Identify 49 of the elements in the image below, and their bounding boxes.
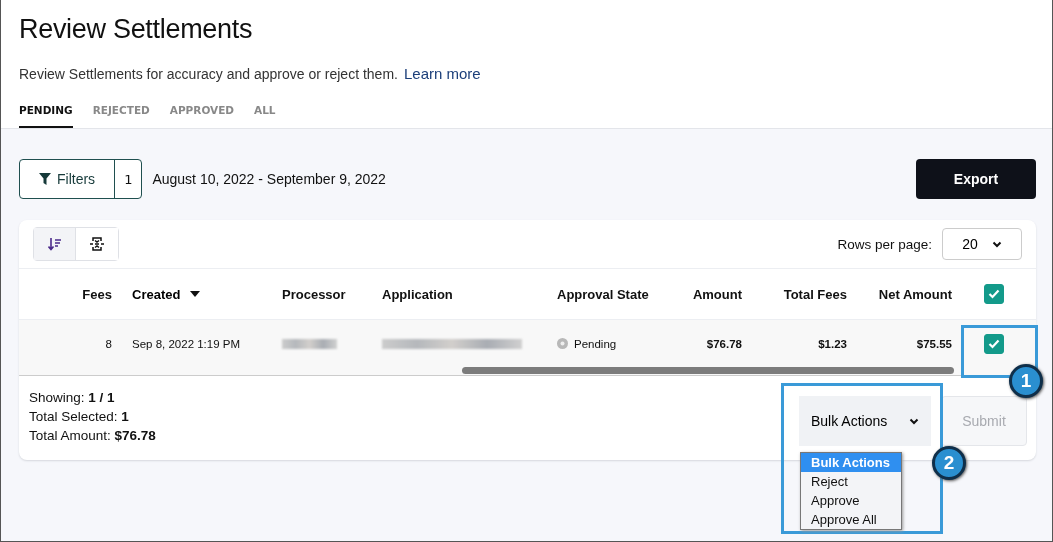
menu-option[interactable]: Approve All xyxy=(801,510,901,529)
sort-icon xyxy=(47,237,62,251)
fees-cell: 8 xyxy=(105,337,112,350)
horizontal-scrollbar[interactable] xyxy=(462,367,954,374)
checkmark-icon xyxy=(988,338,1000,349)
rows-per-page-label: Rows per page: xyxy=(837,236,932,252)
filters-button[interactable]: Filters xyxy=(20,160,116,198)
page-description: Review Settlements for accuracy and approve or reject them. xyxy=(19,66,398,82)
column-header[interactable]: Net Amount xyxy=(878,286,952,302)
page-title: Review Settlements xyxy=(19,14,254,45)
approval-state: Pending xyxy=(574,337,617,350)
menu-option[interactable]: Reject xyxy=(801,472,901,491)
column-header[interactable]: Approval State xyxy=(557,286,649,302)
menu-option[interactable]: Approve xyxy=(801,491,901,510)
rows-per-page-select[interactable]: 20 xyxy=(942,228,1022,260)
summary-line: Total Selected: 1 xyxy=(29,409,130,424)
row-checkbox[interactable] xyxy=(984,333,1004,354)
status-tab[interactable]: PENDING xyxy=(19,104,73,128)
filter-count: 1 xyxy=(123,170,134,189)
total-fees-cell: $1.23 xyxy=(818,337,847,350)
select-all-checkbox[interactable] xyxy=(984,284,1004,304)
created-cell: Sep 8, 2022 1:19 PM xyxy=(132,337,241,350)
status-tab[interactable]: ALL xyxy=(254,104,276,128)
date-range: August 10, 2022 - September 9, 2022 xyxy=(152,171,386,187)
bulk-actions-select[interactable]: Bulk Actions xyxy=(799,396,931,446)
status-tab[interactable]: APPROVED xyxy=(169,104,235,128)
chevron-down-icon xyxy=(909,417,919,425)
sort-button[interactable] xyxy=(34,228,76,260)
sort-caret-icon xyxy=(190,291,201,297)
column-header[interactable]: Fees xyxy=(82,286,112,302)
summary-line: Showing: 1 / 1 xyxy=(29,390,116,405)
column-header[interactable]: Application xyxy=(382,286,453,302)
checkmark-icon xyxy=(988,289,1000,299)
callout-badge: 2 xyxy=(932,446,966,480)
summary-line: Total Amount: $76.78 xyxy=(29,428,156,443)
export-button[interactable]: Export xyxy=(916,159,1036,199)
amount-cell: $76.78 xyxy=(706,337,742,350)
filter-icon xyxy=(39,173,51,185)
status-tab[interactable]: REJECTED xyxy=(92,104,150,128)
status-dot-icon xyxy=(557,338,568,349)
learn-more-link[interactable]: Learn more xyxy=(403,65,481,82)
column-header[interactable]: Amount xyxy=(692,286,742,302)
redacted-text xyxy=(282,338,337,349)
collapse-icon xyxy=(89,236,105,252)
chevron-down-icon xyxy=(991,240,1002,248)
net-amount-cell: $75.55 xyxy=(916,337,952,350)
column-header[interactable]: Processor xyxy=(282,286,346,302)
column-header[interactable]: Total Fees xyxy=(783,286,847,302)
column-header[interactable]: Created xyxy=(132,286,181,302)
